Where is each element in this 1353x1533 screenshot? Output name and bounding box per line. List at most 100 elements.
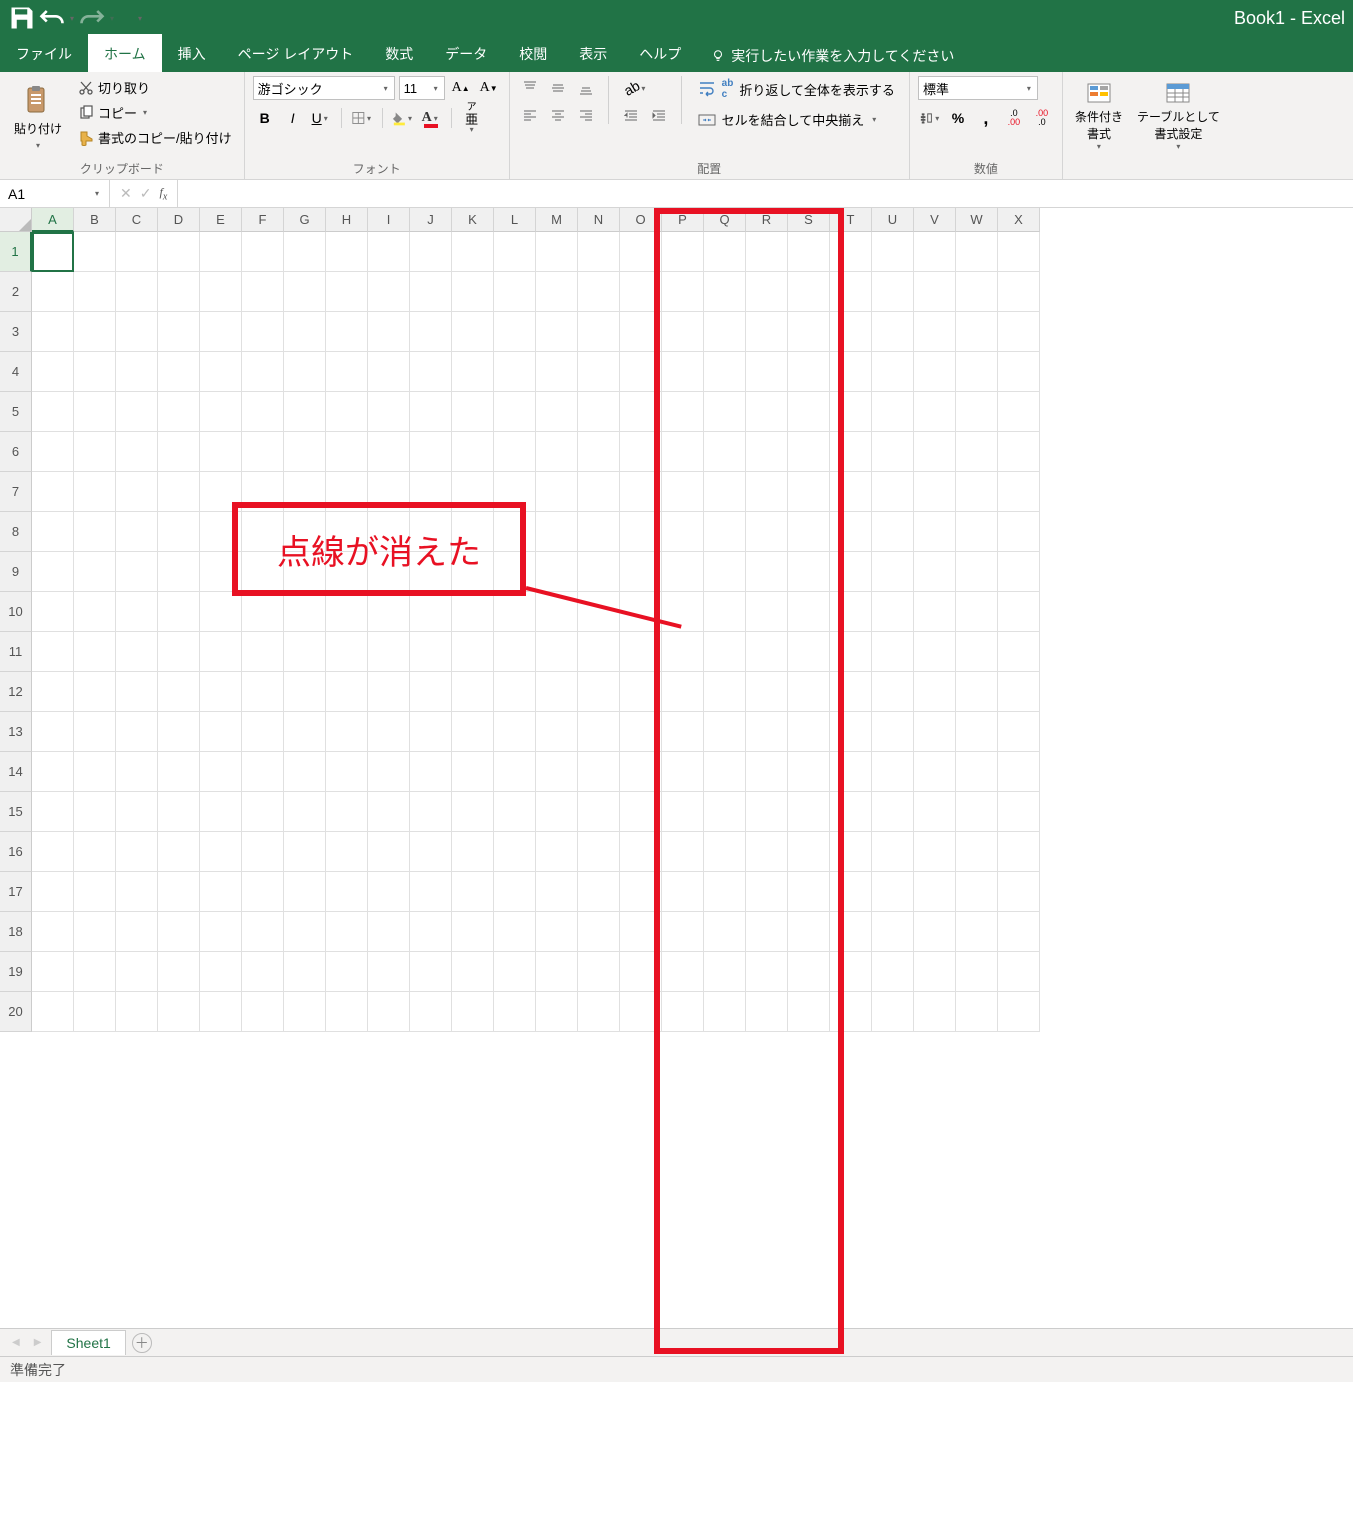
cell[interactable] bbox=[284, 432, 326, 472]
column-header[interactable]: I bbox=[368, 208, 410, 232]
cell[interactable] bbox=[32, 272, 74, 312]
column-header[interactable]: C bbox=[116, 208, 158, 232]
column-header[interactable]: L bbox=[494, 208, 536, 232]
cell[interactable] bbox=[452, 752, 494, 792]
cell[interactable] bbox=[536, 792, 578, 832]
cell[interactable] bbox=[74, 952, 116, 992]
cell[interactable] bbox=[452, 952, 494, 992]
cell[interactable] bbox=[32, 392, 74, 432]
cell[interactable] bbox=[494, 712, 536, 752]
cell[interactable] bbox=[872, 592, 914, 632]
column-header[interactable]: U bbox=[872, 208, 914, 232]
cell[interactable] bbox=[452, 352, 494, 392]
cell[interactable] bbox=[998, 352, 1040, 392]
cell[interactable] bbox=[200, 792, 242, 832]
cell[interactable] bbox=[158, 232, 200, 272]
cell[interactable] bbox=[956, 632, 998, 672]
row-header[interactable]: 5 bbox=[0, 392, 32, 432]
cell[interactable] bbox=[158, 712, 200, 752]
cell[interactable] bbox=[116, 472, 158, 512]
cell[interactable] bbox=[452, 912, 494, 952]
cell[interactable] bbox=[368, 312, 410, 352]
cell[interactable] bbox=[368, 752, 410, 792]
cell[interactable] bbox=[200, 712, 242, 752]
cell[interactable] bbox=[368, 392, 410, 432]
cell[interactable] bbox=[116, 952, 158, 992]
cell[interactable] bbox=[242, 952, 284, 992]
increase-decimal-button[interactable]: .0.00 bbox=[1002, 106, 1026, 130]
cell[interactable] bbox=[158, 592, 200, 632]
cell[interactable] bbox=[536, 232, 578, 272]
cell[interactable] bbox=[494, 952, 536, 992]
cell[interactable] bbox=[914, 672, 956, 712]
new-sheet-button[interactable]: ＋ bbox=[132, 1333, 152, 1353]
cell[interactable] bbox=[494, 912, 536, 952]
cell[interactable] bbox=[494, 752, 536, 792]
cell[interactable] bbox=[284, 792, 326, 832]
cell[interactable] bbox=[956, 832, 998, 872]
undo-button[interactable] bbox=[38, 4, 66, 32]
row-header[interactable]: 10 bbox=[0, 592, 32, 632]
cell[interactable] bbox=[116, 432, 158, 472]
row-header[interactable]: 20 bbox=[0, 992, 32, 1032]
cell[interactable] bbox=[74, 352, 116, 392]
cell[interactable] bbox=[956, 232, 998, 272]
cell[interactable] bbox=[74, 832, 116, 872]
cell[interactable] bbox=[872, 552, 914, 592]
cell[interactable] bbox=[200, 432, 242, 472]
cell[interactable] bbox=[872, 752, 914, 792]
save-button[interactable] bbox=[8, 4, 36, 32]
cell[interactable] bbox=[32, 432, 74, 472]
cell[interactable] bbox=[74, 912, 116, 952]
cell[interactable] bbox=[956, 512, 998, 552]
cell[interactable] bbox=[914, 912, 956, 952]
cell[interactable] bbox=[158, 752, 200, 792]
cell[interactable] bbox=[326, 432, 368, 472]
cell[interactable] bbox=[914, 632, 956, 672]
cell[interactable] bbox=[284, 272, 326, 312]
cell[interactable] bbox=[74, 992, 116, 1032]
cell[interactable] bbox=[998, 512, 1040, 552]
cell[interactable] bbox=[872, 392, 914, 432]
format-as-table-button[interactable]: テーブルとして 書式設定▾ bbox=[1133, 76, 1224, 161]
font-color-button[interactable]: A▾ bbox=[419, 106, 443, 130]
cell[interactable] bbox=[116, 312, 158, 352]
sheet-tab-1[interactable]: Sheet1 bbox=[51, 1330, 125, 1355]
copy-button[interactable]: コピー▾ bbox=[74, 101, 236, 124]
column-header[interactable]: M bbox=[536, 208, 578, 232]
cell[interactable] bbox=[914, 952, 956, 992]
font-size-combo[interactable]: 11▾ bbox=[399, 76, 445, 100]
cell[interactable] bbox=[284, 912, 326, 952]
cell[interactable] bbox=[242, 632, 284, 672]
cell[interactable] bbox=[872, 872, 914, 912]
column-header[interactable]: V bbox=[914, 208, 956, 232]
cell[interactable] bbox=[326, 792, 368, 832]
cell[interactable] bbox=[410, 632, 452, 672]
cell[interactable] bbox=[578, 272, 620, 312]
cell[interactable] bbox=[368, 872, 410, 912]
bold-button[interactable]: B bbox=[253, 106, 277, 130]
cell[interactable] bbox=[998, 712, 1040, 752]
column-header[interactable]: H bbox=[326, 208, 368, 232]
cell[interactable] bbox=[452, 432, 494, 472]
cell[interactable] bbox=[872, 512, 914, 552]
tell-me-search[interactable]: 実行したい作業を入力してください bbox=[697, 40, 968, 72]
cell[interactable] bbox=[410, 712, 452, 752]
cell[interactable] bbox=[998, 272, 1040, 312]
cell[interactable] bbox=[74, 752, 116, 792]
cell[interactable] bbox=[284, 592, 326, 632]
tab-pagelayout[interactable]: ページ レイアウト bbox=[222, 34, 370, 72]
cell[interactable] bbox=[452, 792, 494, 832]
cell[interactable] bbox=[158, 952, 200, 992]
cell[interactable] bbox=[998, 752, 1040, 792]
row-header[interactable]: 1 bbox=[0, 232, 32, 272]
cell[interactable] bbox=[32, 232, 74, 272]
tab-insert[interactable]: 挿入 bbox=[162, 34, 222, 72]
cell[interactable] bbox=[242, 712, 284, 752]
cell[interactable] bbox=[578, 792, 620, 832]
name-box[interactable]: A1▾ bbox=[0, 180, 110, 207]
column-header[interactable]: D bbox=[158, 208, 200, 232]
cell[interactable] bbox=[242, 352, 284, 392]
cell[interactable] bbox=[284, 232, 326, 272]
number-format-combo[interactable]: 標準▾ bbox=[918, 76, 1038, 100]
